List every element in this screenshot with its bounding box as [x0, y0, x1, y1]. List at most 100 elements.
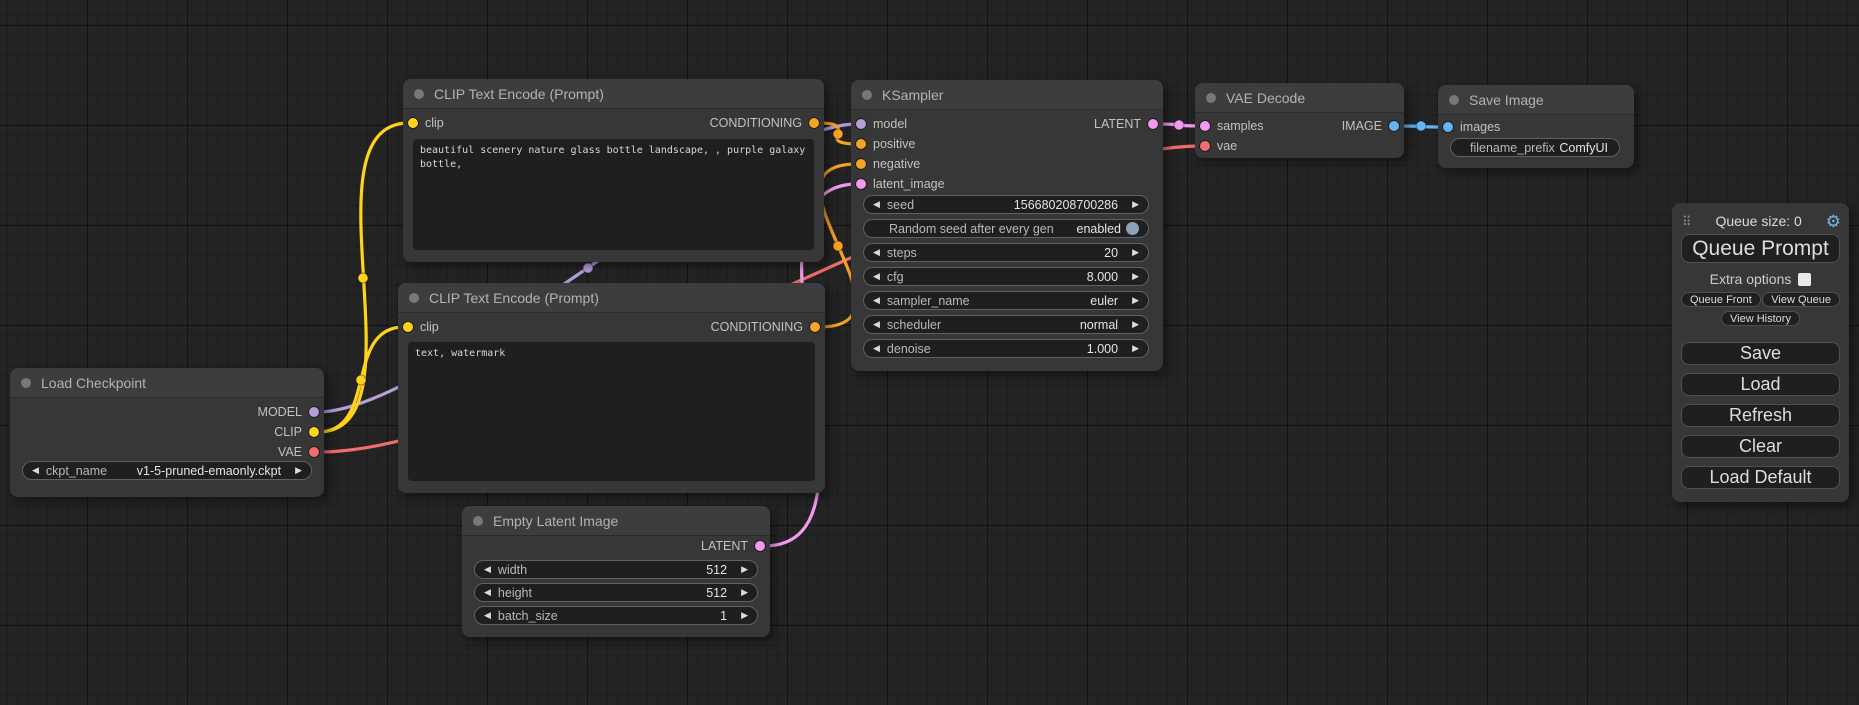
extra-options-checkbox[interactable] — [1798, 273, 1811, 286]
collapse-dot-icon[interactable] — [1449, 95, 1459, 105]
sampler-name-widget[interactable]: ◀ sampler_name euler ▶ — [863, 291, 1149, 310]
increment-arrow-icon[interactable]: ▶ — [1132, 272, 1139, 281]
increment-arrow-icon[interactable]: ▶ — [741, 565, 748, 574]
increment-arrow-icon[interactable]: ▶ — [1132, 200, 1139, 209]
output-slot-latent[interactable]: LATENT — [1094, 114, 1158, 134]
slot-dot-samples[interactable] — [1200, 121, 1210, 131]
collapse-dot-icon[interactable] — [473, 516, 483, 526]
node-title-bar[interactable]: Empty Latent Image — [462, 506, 770, 536]
queue-front-button[interactable]: Queue Front — [1681, 292, 1761, 307]
seed-widget[interactable]: ◀ seed 156680208700286 ▶ — [863, 195, 1149, 214]
node-save-image[interactable]: Save Image images filename_prefix ComfyU… — [1438, 85, 1634, 168]
view-queue-button[interactable]: View Queue — [1762, 292, 1840, 307]
increment-arrow-icon[interactable]: ▶ — [1132, 344, 1139, 353]
node-title-bar[interactable]: Load Checkpoint — [10, 368, 324, 398]
scheduler-widget[interactable]: ◀ scheduler normal ▶ — [863, 315, 1149, 334]
positive-prompt-textarea[interactable]: beautiful scenery nature glass bottle la… — [413, 139, 814, 250]
filename-prefix-widget[interactable]: filename_prefix ComfyUI — [1450, 138, 1620, 157]
collapse-dot-icon[interactable] — [1206, 93, 1216, 103]
collapse-dot-icon[interactable] — [409, 293, 419, 303]
decrement-arrow-icon[interactable]: ◀ — [873, 272, 880, 281]
random-seed-toggle-widget[interactable]: Random seed after every gen enabled — [863, 219, 1149, 238]
cfg-widget[interactable]: ◀ cfg 8.000 ▶ — [863, 267, 1149, 286]
node-title-bar[interactable]: VAE Decode — [1195, 83, 1404, 113]
slot-dot-vae[interactable] — [309, 447, 319, 457]
collapse-dot-icon[interactable] — [862, 90, 872, 100]
width-widget[interactable]: ◀ width 512 ▶ — [474, 560, 758, 579]
increment-arrow-icon[interactable]: ▶ — [741, 588, 748, 597]
node-vae-decode[interactable]: VAE Decode samples vae IMAGE — [1195, 83, 1404, 158]
height-widget[interactable]: ◀ height 512 ▶ — [474, 583, 758, 602]
output-slot-vae[interactable]: VAE — [278, 442, 319, 462]
slot-dot-images[interactable] — [1443, 122, 1453, 132]
prev-arrow-icon[interactable]: ◀ — [873, 320, 880, 329]
input-slot-clip[interactable]: clip — [403, 317, 439, 337]
view-history-button[interactable]: View History — [1721, 311, 1800, 326]
node-title-bar[interactable]: CLIP Text Encode (Prompt) — [398, 283, 825, 313]
refresh-button[interactable]: Refresh — [1681, 404, 1840, 427]
output-slot-model[interactable]: MODEL — [258, 402, 319, 422]
load-default-button[interactable]: Load Default — [1681, 466, 1840, 489]
decrement-arrow-icon[interactable]: ◀ — [484, 611, 491, 620]
output-slot-conditioning[interactable]: CONDITIONING — [711, 317, 820, 337]
input-slot-vae[interactable]: vae — [1200, 136, 1237, 156]
input-slot-clip[interactable]: clip — [408, 113, 444, 133]
decrement-arrow-icon[interactable]: ◀ — [873, 344, 880, 353]
node-title-bar[interactable]: KSampler — [851, 80, 1163, 110]
gear-icon[interactable]: ⚙ — [1826, 213, 1841, 230]
queue-prompt-button[interactable]: Queue Prompt — [1681, 234, 1840, 263]
input-slot-positive[interactable]: positive — [856, 134, 915, 154]
slot-dot-latent-image[interactable] — [856, 179, 866, 189]
slot-dot-clip[interactable] — [309, 427, 319, 437]
next-arrow-icon[interactable]: ▶ — [1132, 296, 1139, 305]
decrement-arrow-icon[interactable]: ◀ — [873, 200, 880, 209]
input-slot-images[interactable]: images — [1443, 117, 1500, 137]
comfyui-canvas[interactable]: { "icons": { "left_arrow": "◀", "right_a… — [0, 0, 1859, 705]
slot-dot-latent[interactable] — [755, 541, 765, 551]
node-clip-text-encode-positive[interactable]: CLIP Text Encode (Prompt) clip CONDITION… — [403, 79, 824, 262]
increment-arrow-icon[interactable]: ▶ — [1132, 248, 1139, 257]
decrement-arrow-icon[interactable]: ◀ — [873, 248, 880, 257]
slot-dot-conditioning[interactable] — [810, 322, 820, 332]
collapse-dot-icon[interactable] — [21, 378, 31, 388]
slot-dot-model[interactable] — [856, 119, 866, 129]
slot-dot-conditioning[interactable] — [809, 118, 819, 128]
output-slot-image[interactable]: IMAGE — [1342, 116, 1399, 136]
slot-dot-image[interactable] — [1389, 121, 1399, 131]
next-arrow-icon[interactable]: ▶ — [1132, 320, 1139, 329]
save-button[interactable]: Save — [1681, 342, 1840, 365]
node-title-bar[interactable]: CLIP Text Encode (Prompt) — [403, 79, 824, 109]
slot-dot-model[interactable] — [309, 407, 319, 417]
slot-dot-vae[interactable] — [1200, 141, 1210, 151]
output-slot-clip[interactable]: CLIP — [274, 422, 319, 442]
queue-panel[interactable]: ⠿ Queue size: 0 ⚙ Queue Prompt Extra opt… — [1672, 203, 1849, 502]
load-button[interactable]: Load — [1681, 373, 1840, 396]
decrement-arrow-icon[interactable]: ◀ — [484, 588, 491, 597]
collapse-dot-icon[interactable] — [414, 89, 424, 99]
slot-dot-negative[interactable] — [856, 159, 866, 169]
input-slot-samples[interactable]: samples — [1200, 116, 1264, 136]
prev-arrow-icon[interactable]: ◀ — [32, 466, 39, 475]
clear-button[interactable]: Clear — [1681, 435, 1840, 458]
node-clip-text-encode-negative[interactable]: CLIP Text Encode (Prompt) clip CONDITION… — [398, 283, 825, 493]
input-slot-latent-image[interactable]: latent_image — [856, 174, 945, 194]
input-slot-model[interactable]: model — [856, 114, 907, 134]
slot-dot-clip[interactable] — [408, 118, 418, 128]
slot-dot-positive[interactable] — [856, 139, 866, 149]
slot-dot-clip[interactable] — [403, 322, 413, 332]
node-empty-latent-image[interactable]: Empty Latent Image LATENT ◀ width 512 ▶ … — [462, 506, 770, 637]
slot-dot-latent[interactable] — [1148, 119, 1158, 129]
negative-prompt-textarea[interactable]: text, watermark — [408, 342, 815, 481]
next-arrow-icon[interactable]: ▶ — [295, 466, 302, 475]
steps-widget[interactable]: ◀ steps 20 ▶ — [863, 243, 1149, 262]
decrement-arrow-icon[interactable]: ◀ — [484, 565, 491, 574]
drag-handle-icon[interactable]: ⠿ — [1682, 215, 1692, 228]
batch-size-widget[interactable]: ◀ batch_size 1 ▶ — [474, 606, 758, 625]
node-load-checkpoint[interactable]: Load Checkpoint MODEL CLIP VAE ◀ ckpt_na… — [10, 368, 324, 497]
ckpt-name-widget[interactable]: ◀ ckpt_name v1-5-pruned-emaonly.ckpt ▶ — [22, 461, 312, 480]
denoise-widget[interactable]: ◀ denoise 1.000 ▶ — [863, 339, 1149, 358]
increment-arrow-icon[interactable]: ▶ — [741, 611, 748, 620]
node-ksampler[interactable]: KSampler model positive negative latent_… — [851, 80, 1163, 371]
output-slot-latent[interactable]: LATENT — [701, 536, 765, 556]
output-slot-conditioning[interactable]: CONDITIONING — [710, 113, 819, 133]
